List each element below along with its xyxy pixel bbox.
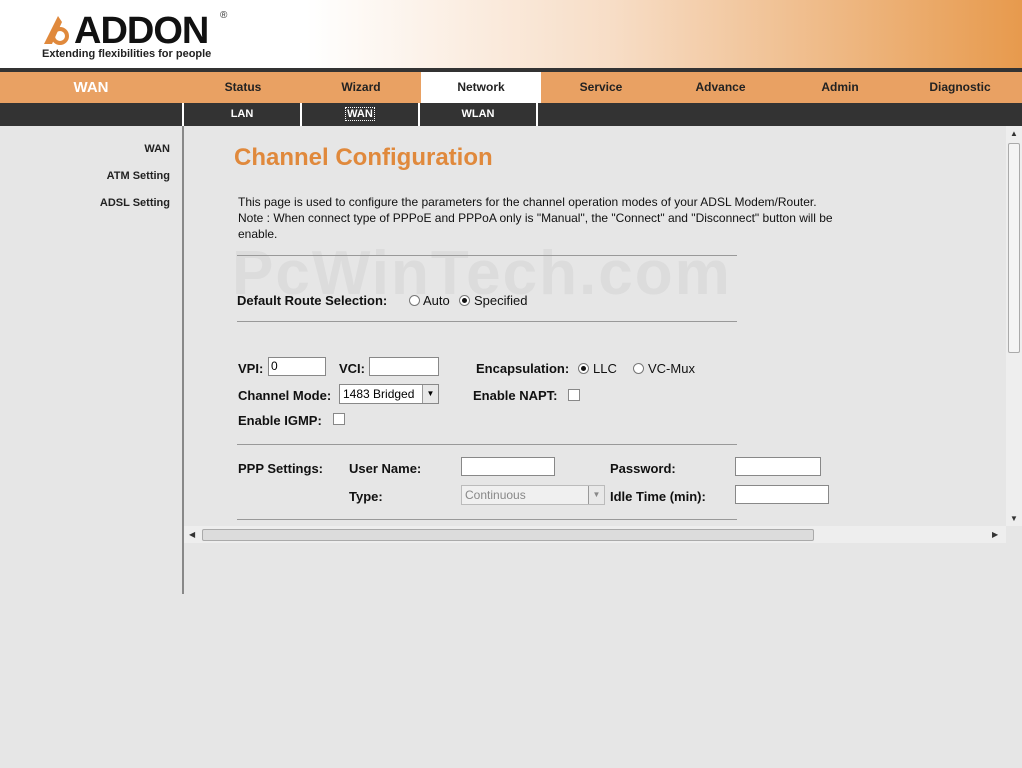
tab-diagnostic[interactable]: Diagnostic [900, 72, 1020, 103]
route-auto-label: Auto [423, 293, 450, 308]
ppp-type-select[interactable]: Continuous ▼ [461, 485, 605, 505]
password-input[interactable] [735, 457, 821, 476]
subtab-wlan-label: WLAN [461, 108, 495, 120]
vpi-label: VPI: [238, 361, 264, 376]
enable-napt-label: Enable NAPT: [473, 388, 558, 403]
subtab-wlan[interactable]: WLAN [420, 103, 538, 126]
vertical-scrollbar[interactable]: ▲ ▼ [1006, 126, 1022, 526]
idle-time-input[interactable] [735, 485, 829, 504]
chevron-down-icon: ▼ [422, 385, 438, 403]
tab-service[interactable]: Service [541, 72, 661, 103]
username-label: User Name: [349, 461, 422, 476]
enable-igmp-label: Enable IGMP: [238, 413, 322, 428]
brand-logo: ADDON ® Extending flexibilities for peop… [40, 8, 240, 66]
ppp-settings-label: PPP Settings: [238, 461, 324, 476]
arrow-left-icon[interactable]: ◀ [189, 530, 195, 540]
tab-admin[interactable]: Admin [780, 72, 900, 103]
divider [237, 519, 737, 520]
sidebar-item-wan[interactable]: WAN [144, 143, 170, 155]
vci-label: VCI: [339, 361, 365, 376]
horizontal-scrollbar[interactable]: ◀ ▶ [184, 526, 1006, 543]
brand-tagline: Extending flexibilities for people [42, 48, 212, 60]
vpi-input[interactable] [268, 357, 326, 376]
brand-name: ADDON [74, 10, 209, 52]
subtab-wan[interactable]: WAN [302, 103, 420, 126]
default-route-label: Default Route Selection: [237, 293, 388, 308]
registered-mark: ® [220, 10, 228, 21]
encap-vcmux-label: VC-Mux [648, 361, 695, 376]
vertical-scroll-thumb[interactable] [1008, 143, 1020, 353]
divider [237, 444, 737, 445]
chevron-down-icon: ▼ [588, 486, 604, 504]
addon-logo-icon [44, 16, 69, 45]
tab-network[interactable]: Network [421, 72, 541, 103]
channel-mode-label: Channel Mode: [238, 388, 332, 403]
route-specified-radio[interactable] [459, 295, 470, 306]
type-label: Type: [349, 489, 383, 504]
sidebar-item-atm-setting[interactable]: ATM Setting [107, 170, 170, 182]
vci-input[interactable] [369, 357, 439, 376]
encap-llc-label: LLC [593, 361, 617, 376]
encap-llc-radio[interactable] [578, 363, 589, 374]
enable-igmp-checkbox[interactable] [333, 413, 345, 425]
sidebar: WAN ATM Setting ADSL Setting [0, 126, 184, 594]
ppp-type-value: Continuous [465, 488, 526, 502]
arrow-right-icon[interactable]: ▶ [992, 530, 998, 540]
password-label: Password: [610, 461, 676, 476]
idle-time-label: Idle Time (min): [610, 489, 706, 504]
divider [237, 255, 737, 256]
enable-napt-checkbox[interactable] [568, 389, 580, 401]
username-input[interactable] [461, 457, 555, 476]
tab-advance[interactable]: Advance [661, 72, 780, 103]
divider [237, 321, 737, 322]
channel-mode-select[interactable]: 1483 Bridged ▼ [339, 384, 439, 404]
section-title: WAN [73, 79, 109, 96]
encapsulation-label: Encapsulation: [476, 361, 570, 376]
tab-wizard[interactable]: Wizard [302, 72, 420, 103]
sub-navigation: LAN WAN WLAN [0, 103, 1022, 126]
content-frame: PcWinTech.com Channel Configuration This… [184, 126, 1022, 543]
main-content: PcWinTech.com Channel Configuration This… [184, 126, 1006, 526]
arrow-down-icon[interactable]: ▼ [1010, 514, 1018, 524]
horizontal-scroll-thumb[interactable] [202, 529, 814, 541]
page-title: Channel Configuration [234, 144, 493, 171]
page-description: This page is used to configure the param… [238, 195, 833, 241]
subtab-lan[interactable]: LAN [184, 103, 302, 126]
subtab-lan-label: LAN [230, 108, 254, 120]
sidebar-item-adsl-setting[interactable]: ADSL Setting [100, 197, 170, 209]
tab-status[interactable]: Status [184, 72, 302, 103]
channel-mode-value: 1483 Bridged [343, 387, 415, 401]
subtab-wan-label: WAN [345, 107, 375, 121]
arrow-up-icon[interactable]: ▲ [1010, 129, 1018, 139]
header-banner: ADDON ® Extending flexibilities for peop… [0, 0, 1022, 72]
route-auto-radio[interactable] [409, 295, 420, 306]
encap-vcmux-radio[interactable] [633, 363, 644, 374]
route-specified-label: Specified [474, 293, 528, 308]
main-navigation: WAN Status Wizard Network Service Advanc… [0, 72, 1022, 103]
